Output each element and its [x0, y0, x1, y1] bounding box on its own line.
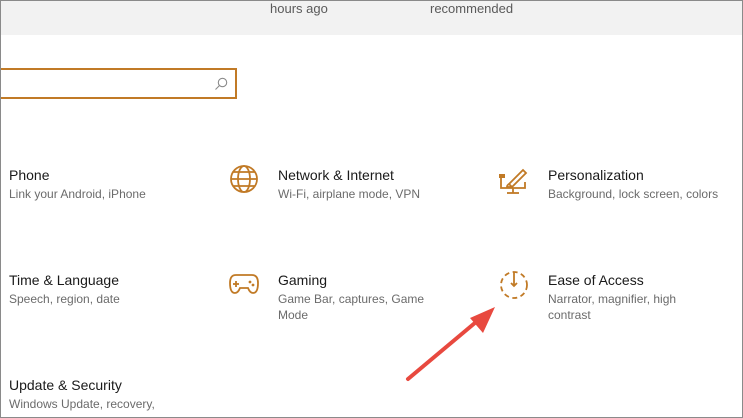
gamepad-icon: [229, 274, 259, 294]
tile-title: Time & Language: [9, 272, 119, 288]
paintbrush-icon: [499, 168, 528, 194]
tile-description: Speech, region, date: [9, 292, 120, 306]
search-icon: [215, 77, 228, 90]
tile-title: Gaming: [278, 272, 328, 288]
tile-title: Phone: [9, 167, 50, 183]
tile-description: Windows Update, recovery,: [9, 397, 155, 411]
recent-activity-band: hours ago recommended: [0, 0, 743, 35]
tile-title: Network & Internet: [278, 167, 394, 183]
tile-title: Update & Security: [9, 377, 122, 393]
globe-icon: [230, 165, 258, 193]
tile-description: Narrator, magnifier, high contrast: [548, 292, 677, 322]
tile-time-language[interactable]: Time & Language Speech, region, date: [0, 265, 220, 325]
tile-phone[interactable]: Phone Link your Android, iPhone: [0, 160, 220, 220]
tile-personalization[interactable]: Personalization Background, lock screen,…: [495, 160, 740, 220]
annotation-arrow: [406, 307, 495, 381]
tile-description: Link your Android, iPhone: [9, 187, 146, 201]
recommended-text: recommended: [430, 1, 514, 16]
tile-description: Wi-Fi, airplane mode, VPN: [278, 187, 421, 201]
tile-update-security[interactable]: Update & Security Windows Update, recove…: [0, 370, 220, 418]
recent-time-text: hours ago: [270, 1, 328, 16]
tile-description: Background, lock screen, colors: [548, 187, 719, 201]
tile-ease-of-access[interactable]: Ease of Access Narrator, magnifier, high…: [495, 265, 740, 325]
ease-of-access-icon: [500, 271, 528, 299]
settings-search-box[interactable]: [0, 68, 237, 99]
tile-title: Ease of Access: [548, 272, 644, 288]
tile-title: Personalization: [548, 167, 644, 183]
search-input[interactable]: [6, 74, 206, 94]
tile-network-internet[interactable]: Network & Internet Wi-Fi, airplane mode,…: [225, 160, 475, 220]
